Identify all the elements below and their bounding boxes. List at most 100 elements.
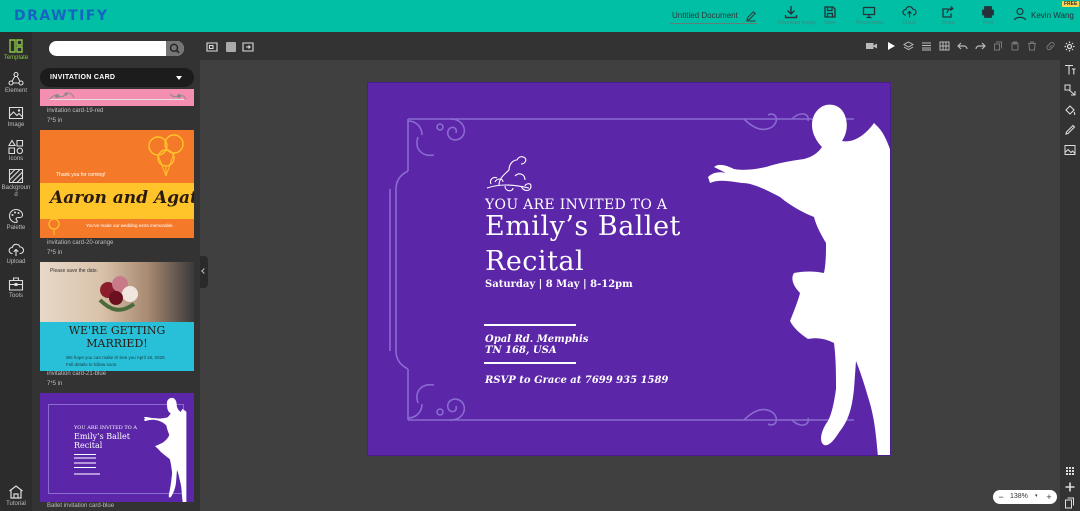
link-icon[interactable] [1045,41,1056,51]
search-icon [169,43,180,54]
template-name: invitation card-20-orange [47,240,114,246]
settings-gear-icon[interactable] [1064,41,1075,52]
free-badge: FREE [1062,1,1080,7]
grid-icon[interactable] [939,41,950,51]
present-button[interactable]: Presentation [856,5,884,29]
apps-grid-icon[interactable] [1064,465,1076,477]
download-label: Download Image [778,20,816,26]
video-icon[interactable] [865,41,878,51]
print-button[interactable]: Print [975,5,1001,29]
image-icon [8,106,24,120]
balloon-icon [48,218,60,235]
user-name[interactable]: Kevin Wang [1031,11,1074,20]
cloud-button[interactable]: Cloud [896,5,922,29]
redo-icon[interactable] [975,41,986,51]
copy-icon[interactable] [993,41,1003,51]
fullscreen-icon[interactable] [242,42,254,52]
nav-label: Element [4,88,27,94]
template-thumbnail[interactable] [40,89,194,106]
template-thumbnail[interactable]: Thank you for coming! Aaron and Agatha Y… [40,130,194,238]
chevron-down-icon [176,76,182,80]
pages-icon[interactable] [1064,497,1076,509]
design-canvas[interactable]: You are invited to a Emily’s Ballet Reci… [367,82,891,456]
card-address-line1: Opal Rd. Memphis [485,334,589,345]
nav-upload[interactable]: Upload [0,242,32,266]
palette-icon [8,208,24,224]
image-tool-icon[interactable] [1064,144,1076,156]
layers-icon[interactable] [903,41,914,51]
mini-card-text: You are invited to a [74,425,137,431]
template-text: You've made our wedding extra memorable. [86,223,174,228]
nav-image[interactable]: Image [0,105,32,129]
nav-label: Upload [6,259,26,265]
mini-card-title: Recital [74,441,103,450]
document-title[interactable]: Untitled Document [672,11,738,20]
search-button[interactable] [166,41,184,56]
nav-label: Template [3,55,29,61]
pen-tool-icon[interactable] [1064,124,1076,136]
upload-icon [8,243,24,256]
delete-icon[interactable] [1027,41,1037,51]
template-size: 7*5 in [47,381,63,387]
edit-pencil-icon[interactable] [745,10,757,22]
nav-label: Palette [6,225,26,231]
template-text: Thank you for coming! [56,172,106,178]
fit-page-icon[interactable] [206,42,218,52]
nav-icons[interactable]: Icons [0,139,32,163]
nav-element[interactable]: Element [0,71,32,95]
collapse-panel-button[interactable] [200,256,208,288]
nav-label: Tools [8,293,23,299]
editor-toolbar [200,32,1080,60]
nav-tools[interactable]: Tools [0,276,32,300]
template-thumbnail[interactable]: You are invited to a Emily’s Ballet Reci… [40,393,194,502]
shape-tool-icon[interactable] [1064,84,1076,96]
top-bar: DRAWTIFY Untitled Document Download Imag… [0,0,1080,32]
text-tool-icon[interactable] [1064,64,1076,76]
share-label: Share [941,20,955,26]
card-address-line2: TN 168, USA [485,345,557,356]
share-icon [942,6,954,18]
balloons-icon [148,134,184,177]
floral-ornament-icon [169,93,187,100]
align-icon[interactable] [921,41,932,51]
page-color-swatch[interactable] [226,42,236,52]
cloud-label: Cloud [902,20,916,26]
ballerina-silhouette [708,104,890,455]
undo-icon[interactable] [957,41,968,51]
template-thumbnail[interactable]: Please save the date. WE'RE GETTING MARR… [40,262,194,371]
paste-icon[interactable] [1010,41,1020,51]
template-headline: MARRIED! [86,337,148,350]
play-icon[interactable] [886,41,896,51]
save-icon [824,6,836,18]
nav-background[interactable]: Backgroun d [0,168,32,199]
card-title-line2: Recital [485,246,585,277]
nav-label: Tutorial [6,501,26,507]
nav-palette[interactable]: Palette [0,208,32,232]
bouquet-illustration [98,276,138,312]
share-button[interactable]: Share [935,5,961,29]
nav-template[interactable]: Template [0,38,32,62]
zoom-out-button[interactable]: − [996,492,1006,502]
template-names: Aaron and Agatha [50,188,194,208]
nav-tutorial[interactable]: Tutorial [0,484,32,508]
flower-sprig-icon [486,156,532,192]
template-name: Ballet invitation card-blue [47,503,115,509]
save-button[interactable]: Save [817,5,843,29]
background-icon [8,168,24,184]
present-icon [862,6,876,19]
add-page-icon[interactable] [1064,481,1076,493]
user-menu[interactable] [1013,7,1027,23]
card-title-line1: Emily’s Ballet [485,211,681,242]
zoom-level[interactable]: 138% [1010,493,1028,500]
category-dropdown[interactable]: INVITATION CARD [40,68,194,87]
template-name: invitation card-21-blue [47,371,107,377]
fill-bucket-icon[interactable] [1064,104,1076,116]
chevron-down-icon[interactable]: ▾ [1035,493,1038,499]
icons-icon [8,139,24,155]
download-button[interactable]: Download Image [778,5,816,29]
zoom-in-button[interactable]: + [1044,492,1054,502]
template-text: We hope you can make it! See you April 1… [66,355,166,360]
template-search [49,41,184,56]
search-input[interactable] [49,41,166,56]
left-nav: Template Element Image Icons Backgroun d… [0,32,32,511]
